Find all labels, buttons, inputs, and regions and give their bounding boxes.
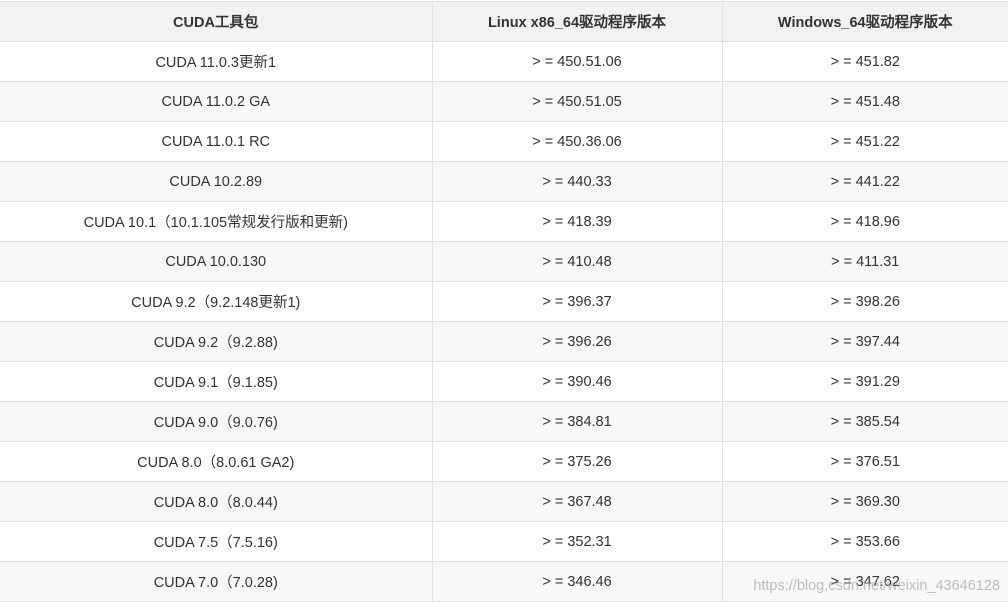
table-row: CUDA 9.1（9.1.85) > = 390.46 > = 391.29 [0,361,1008,402]
table-row: CUDA 7.0（7.0.28) > = 346.46 > = 347.62 [0,561,1008,602]
windows-driver-cell: > = 397.44 [721,321,1008,362]
linux-driver-cell: > = 440.33 [431,161,723,202]
windows-driver-cell: > = 353.66 [721,521,1008,562]
table-row: CUDA 10.1（10.1.105常规发行版和更新) > = 418.39 >… [0,201,1008,242]
cuda-version-cell: CUDA 11.0.3更新1 [0,41,433,82]
cuda-version-cell: CUDA 11.0.1 RC [0,121,433,162]
table-row: CUDA 11.0.1 RC > = 450.36.06 > = 451.22 [0,121,1008,162]
linux-driver-cell: > = 450.51.06 [431,41,723,82]
cuda-driver-table: CUDA工具包 Linux x86_64驱动程序版本 Windows_64驱动程… [0,1,1008,602]
windows-driver-cell: > = 441.22 [721,161,1008,202]
table-row: CUDA 9.0（9.0.76) > = 384.81 > = 385.54 [0,401,1008,442]
linux-driver-cell: > = 384.81 [431,401,723,442]
table-row: CUDA 9.2（9.2.148更新1) > = 396.37 > = 398.… [0,281,1008,322]
windows-driver-cell: > = 418.96 [721,201,1008,242]
table-header-row: CUDA工具包 Linux x86_64驱动程序版本 Windows_64驱动程… [0,1,1008,42]
cuda-version-cell: CUDA 10.1（10.1.105常规发行版和更新) [0,201,433,242]
cuda-version-cell: CUDA 8.0（8.0.61 GA2) [0,441,433,482]
cuda-version-cell: CUDA 7.0（7.0.28) [0,561,433,602]
table-row: CUDA 7.5（7.5.16) > = 352.31 > = 353.66 [0,521,1008,562]
cuda-version-cell: CUDA 10.2.89 [0,161,433,202]
linux-driver-cell: > = 410.48 [431,241,723,282]
cuda-version-cell: CUDA 8.0（8.0.44) [0,481,433,522]
linux-driver-cell: > = 375.26 [431,441,723,482]
windows-driver-cell: > = 411.31 [721,241,1008,282]
cuda-version-cell: CUDA 9.2（9.2.148更新1) [0,281,433,322]
table-row: CUDA 11.0.3更新1 > = 450.51.06 > = 451.82 [0,41,1008,82]
cuda-version-cell: CUDA 10.0.130 [0,241,433,282]
windows-driver-cell: > = 376.51 [721,441,1008,482]
windows-driver-cell: > = 451.48 [721,81,1008,122]
cuda-version-cell: CUDA 9.2（9.2.88) [0,321,433,362]
table-row: CUDA 10.2.89 > = 440.33 > = 441.22 [0,161,1008,202]
linux-driver-cell: > = 390.46 [431,361,723,402]
cuda-version-cell: CUDA 11.0.2 GA [0,81,433,122]
table-row: CUDA 11.0.2 GA > = 450.51.05 > = 451.48 [0,81,1008,122]
windows-driver-cell: > = 391.29 [721,361,1008,402]
linux-driver-cell: > = 396.37 [431,281,723,322]
linux-driver-cell: > = 450.51.05 [431,81,723,122]
header-linux-driver: Linux x86_64驱动程序版本 [431,1,723,42]
header-cuda-toolkit: CUDA工具包 [0,1,433,42]
cuda-version-cell: CUDA 7.5（7.5.16) [0,521,433,562]
linux-driver-cell: > = 367.48 [431,481,723,522]
linux-driver-cell: > = 346.46 [431,561,723,602]
cuda-version-cell: CUDA 9.1（9.1.85) [0,361,433,402]
linux-driver-cell: > = 352.31 [431,521,723,562]
table-row: CUDA 8.0（8.0.61 GA2) > = 375.26 > = 376.… [0,441,1008,482]
header-windows-driver: Windows_64驱动程序版本 [721,1,1008,42]
windows-driver-cell: > = 451.22 [721,121,1008,162]
windows-driver-cell: > = 451.82 [721,41,1008,82]
windows-driver-cell: > = 347.62 [721,561,1008,602]
linux-driver-cell: > = 450.36.06 [431,121,723,162]
cuda-version-cell: CUDA 9.0（9.0.76) [0,401,433,442]
windows-driver-cell: > = 385.54 [721,401,1008,442]
linux-driver-cell: > = 396.26 [431,321,723,362]
windows-driver-cell: > = 369.30 [721,481,1008,522]
linux-driver-cell: > = 418.39 [431,201,723,242]
table-row: CUDA 9.2（9.2.88) > = 396.26 > = 397.44 [0,321,1008,362]
windows-driver-cell: > = 398.26 [721,281,1008,322]
table-row: CUDA 10.0.130 > = 410.48 > = 411.31 [0,241,1008,282]
table-row: CUDA 8.0（8.0.44) > = 367.48 > = 369.30 [0,481,1008,522]
